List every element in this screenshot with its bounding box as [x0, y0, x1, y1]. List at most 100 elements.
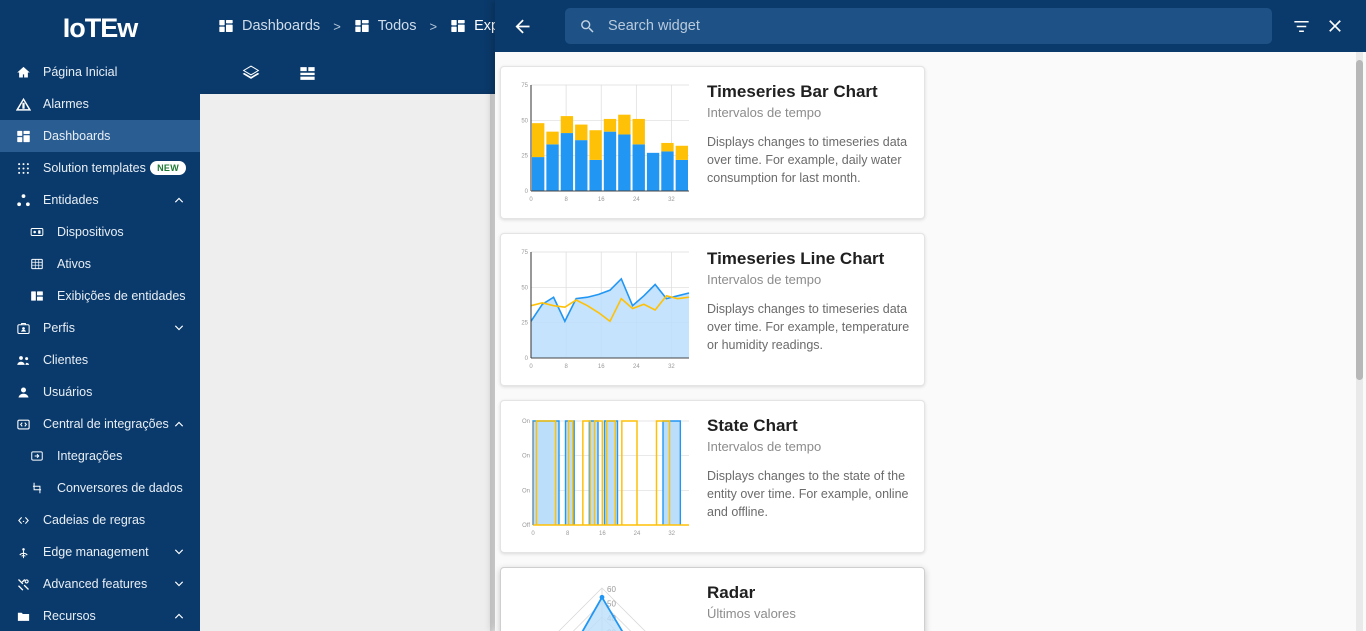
sidebar-item-label: Usuários — [43, 385, 93, 399]
widget-subtitle: Intervalos de tempo — [707, 104, 822, 120]
sidebar-item-advanced-features[interactable]: Advanced features — [0, 568, 200, 600]
sidebar-item-dashboards[interactable]: Dashboards — [0, 120, 200, 152]
asset-icon — [28, 255, 46, 273]
widget-title: Radar — [707, 583, 756, 602]
widget-subtitle: Últimos valores — [707, 605, 796, 621]
sidebar-item-alarmes[interactable]: Alarmes — [0, 88, 200, 120]
breadcrumb-separator: > — [429, 18, 438, 34]
folder-icon — [14, 607, 32, 625]
entities-icon — [14, 191, 32, 209]
sidebar-item-solution-templates[interactable]: Solution templates NEW — [0, 152, 200, 184]
chevron-down-icon[interactable] — [172, 577, 186, 591]
svg-text:75: 75 — [521, 250, 528, 256]
sidebar-item-entidades[interactable]: Entidades — [0, 184, 200, 216]
svg-text:0: 0 — [525, 356, 529, 362]
main-area: Dashboards>Todos>Experimental Dashboard … — [200, 0, 1366, 631]
chevron-up-icon[interactable] — [172, 417, 186, 431]
widget-description: Displays changes to the state of the ent… — [707, 468, 909, 519]
brand-logo-text: IoTEw — [62, 12, 138, 43]
svg-text:25: 25 — [521, 153, 528, 159]
widget-card[interactable]: 0 25 50 75 0 8 16 24 32 Timeseries Line Chart Inte… — [500, 233, 925, 386]
svg-text:25: 25 — [521, 320, 528, 326]
sidebar-item-label: Integrações — [57, 449, 123, 463]
sidebar-item-dispositivos[interactable]: Dispositivos — [0, 216, 200, 248]
layout-icon[interactable] — [292, 58, 322, 88]
alarm-icon — [14, 95, 32, 113]
sidebar-item-label: Dashboards — [43, 129, 111, 143]
brand-logo[interactable]: IoTEw — [0, 0, 200, 56]
grid-icon — [14, 159, 32, 177]
sidebar: IoTEw Página Inicial Alarmes Dashboards Sol… — [0, 0, 200, 631]
widget-library-panel: 0 25 50 75 0 8 16 24 32 Timeseries Bar Chart Inter… — [495, 0, 1366, 631]
sidebar-item-conversores-de-dados[interactable]: Conversores de dados — [0, 472, 200, 504]
svg-text:On: On — [522, 419, 530, 425]
sidebar-item-label: Exibições de entidades — [57, 289, 186, 303]
svg-text:16: 16 — [598, 364, 605, 370]
rule-chain-icon — [14, 511, 32, 529]
edge-icon — [14, 543, 32, 561]
widget-grid: 0 25 50 75 0 8 16 24 32 Timeseries Bar Chart Inter… — [500, 66, 1346, 631]
dashboard-canvas — [200, 94, 496, 631]
sidebar-item-label: Recursos — [43, 609, 96, 623]
sidebar-item-clientes[interactable]: Clientes — [0, 344, 200, 376]
chevron-up-icon[interactable] — [172, 609, 186, 623]
home-icon — [14, 63, 32, 81]
widget-thumbnail-bar: 0 25 50 75 0 8 16 24 32 — [509, 75, 695, 210]
sidebar-item-label: Dispositivos — [57, 225, 124, 239]
widget-card[interactable]: 60504030RadarÚltimos valoresDisplays lat… — [500, 567, 925, 631]
widget-filter-icon[interactable] — [1284, 9, 1318, 43]
sidebar-item-label: Solution templates — [43, 161, 146, 175]
breadcrumb-label: Dashboards — [242, 18, 321, 34]
svg-text:16: 16 — [599, 531, 606, 537]
widget-card[interactable]: 0 25 50 75 0 8 16 24 32 Timeseries Bar Chart Inter… — [500, 66, 925, 219]
sidebar-item-recursos[interactable]: Recursos — [0, 600, 200, 631]
sidebar-item-central-de-integra-es[interactable]: Central de integrações — [0, 408, 200, 440]
sidebar-nav: Página Inicial Alarmes Dashboards Solution … — [0, 56, 200, 631]
sidebar-item-edge-management[interactable]: Edge management — [0, 536, 200, 568]
sidebar-item-perfis[interactable]: Perfis — [0, 312, 200, 344]
svg-text:32: 32 — [668, 364, 675, 370]
widget-description: Displays changes to timeseries data over… — [707, 134, 908, 185]
layers-icon[interactable] — [236, 58, 266, 88]
dashboards-icon — [14, 127, 32, 145]
svg-text:0: 0 — [529, 364, 533, 370]
svg-text:0: 0 — [525, 189, 529, 195]
sidebar-item-p-gina-inicial[interactable]: Página Inicial — [0, 56, 200, 88]
widget-title: Timeseries Line Chart — [707, 249, 885, 268]
device-icon — [28, 223, 46, 241]
widget-description: Displays changes to timeseries data over… — [707, 301, 910, 352]
sidebar-item-integra-es[interactable]: Integrações — [0, 440, 200, 472]
chevron-up-icon[interactable] — [172, 193, 186, 207]
search-icon — [581, 19, 594, 33]
sidebar-item-label: Central de integrações — [43, 417, 169, 431]
sidebar-item-label: Página Inicial — [43, 65, 118, 79]
chevron-down-icon[interactable] — [172, 545, 186, 559]
search-input[interactable] — [608, 18, 1258, 34]
sidebar-item-cadeias-de-regras[interactable]: Cadeias de regras — [0, 504, 200, 536]
breadcrumb-item-0[interactable]: Dashboards — [218, 18, 320, 34]
integrations-icon — [28, 447, 46, 465]
scrollbar-thumb[interactable] — [1356, 60, 1363, 380]
close-icon[interactable] — [1318, 9, 1352, 43]
sidebar-item-ativos[interactable]: Ativos — [0, 248, 200, 280]
svg-text:50: 50 — [521, 118, 528, 124]
widget-thumbnail-state: On On On Off 0 8 16 24 32 — [509, 409, 695, 544]
sidebar-item-exibi-es-de-entidades[interactable]: Exibições de entidades — [0, 280, 200, 312]
app-root: IoTEw Página Inicial Alarmes Dashboards Sol… — [0, 0, 1366, 631]
search-input-wrap[interactable] — [565, 8, 1272, 44]
sidebar-item-label: Advanced features — [43, 577, 148, 591]
svg-text:60: 60 — [607, 585, 616, 594]
svg-text:0: 0 — [529, 197, 533, 203]
chevron-down-icon[interactable] — [172, 321, 186, 335]
widget-card-text: RadarÚltimos valoresDisplays latest valu… — [695, 576, 914, 631]
breadcrumb-item-1[interactable]: Todos — [354, 18, 416, 34]
svg-text:24: 24 — [634, 531, 641, 537]
widget-card[interactable]: On On On Off 0 8 16 24 32 State Chart Intervalos d… — [500, 400, 925, 553]
sidebar-item-usu-rios[interactable]: Usuários — [0, 376, 200, 408]
arrow-left-icon[interactable] — [505, 9, 539, 43]
svg-text:0: 0 — [531, 531, 535, 537]
widget-list-body: 0 25 50 75 0 8 16 24 32 Timeseries Bar Chart Inter… — [495, 52, 1366, 631]
sidebar-item-label: Clientes — [43, 353, 89, 367]
svg-text:8: 8 — [566, 531, 570, 537]
widget-subtitle: Intervalos de tempo — [707, 438, 822, 454]
